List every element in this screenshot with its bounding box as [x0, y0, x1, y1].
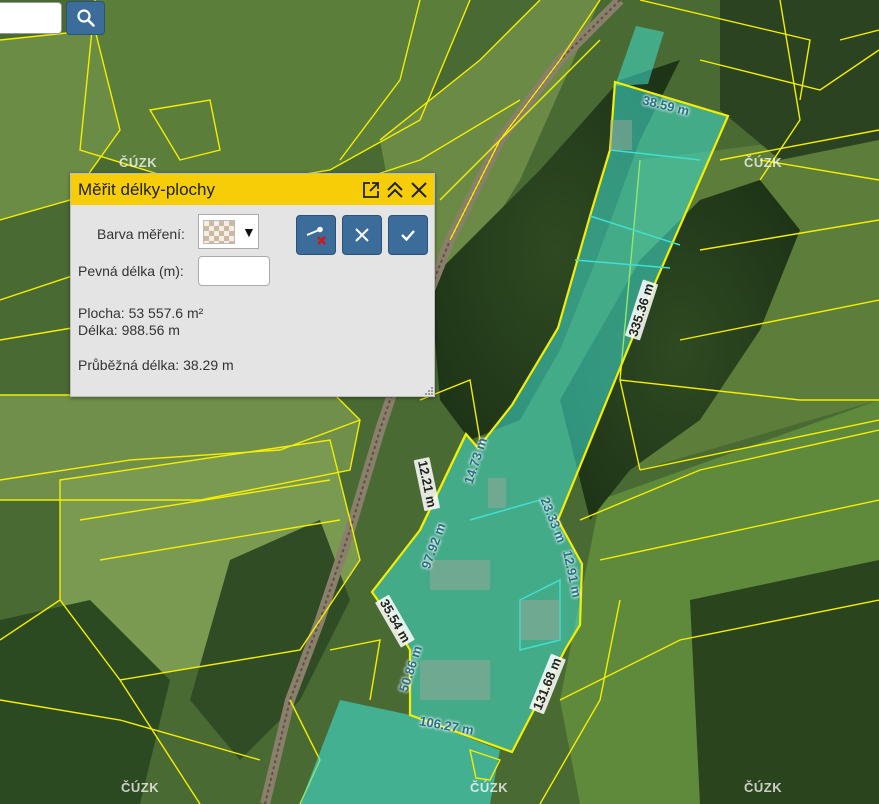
collapse-button[interactable] [384, 179, 406, 201]
checkmark-icon [401, 230, 415, 242]
fixed-length-input[interactable] [198, 256, 270, 286]
cuzk-watermark: ČÚZK [121, 780, 160, 795]
length-readout: Délka: 988.56 m [78, 322, 180, 338]
search-input[interactable] [0, 2, 62, 34]
close-panel-button[interactable] [408, 179, 430, 201]
cuzk-watermark: ČÚZK [470, 780, 509, 795]
dropdown-arrow-icon: ▼ [242, 223, 256, 240]
fixed-length-label: Pevná délka (m): [78, 263, 184, 279]
panel-title: Měřit délky-plochy [78, 179, 215, 199]
cuzk-watermark: ČÚZK [119, 155, 158, 170]
color-swatch [203, 219, 235, 244]
cancel-measure-button[interactable] [342, 215, 382, 255]
double-chevron-up-icon [387, 181, 403, 198]
area-readout: Plocha: 53 557.6 m² [78, 305, 204, 321]
confirm-measure-button[interactable] [388, 215, 428, 255]
external-window-icon [363, 182, 379, 198]
running-length-readout: Průběžná délka: 38.29 m [78, 357, 234, 373]
popout-button[interactable] [360, 179, 382, 201]
cuzk-watermark: ČÚZK [744, 155, 783, 170]
pin-remove-icon [306, 226, 326, 245]
resize-handle-icon[interactable] [425, 387, 433, 395]
orthophoto-layer [0, 0, 879, 804]
color-label: Barva měření: [97, 226, 185, 242]
close-icon [411, 182, 427, 198]
search-button[interactable] [66, 1, 105, 35]
remove-last-point-button[interactable] [296, 215, 336, 255]
map-view[interactable]: ČÚZK ČÚZK ČÚZK ČÚZK ČÚZK 38.59 m 335.36 … [0, 0, 879, 804]
search-icon [76, 9, 95, 27]
color-select[interactable]: ▼ [198, 214, 259, 249]
cuzk-watermark: ČÚZK [744, 780, 783, 795]
measure-panel: Měřit délky-plochy Barva měření: ▼ Pevná… [70, 173, 435, 397]
close-icon [355, 228, 369, 242]
